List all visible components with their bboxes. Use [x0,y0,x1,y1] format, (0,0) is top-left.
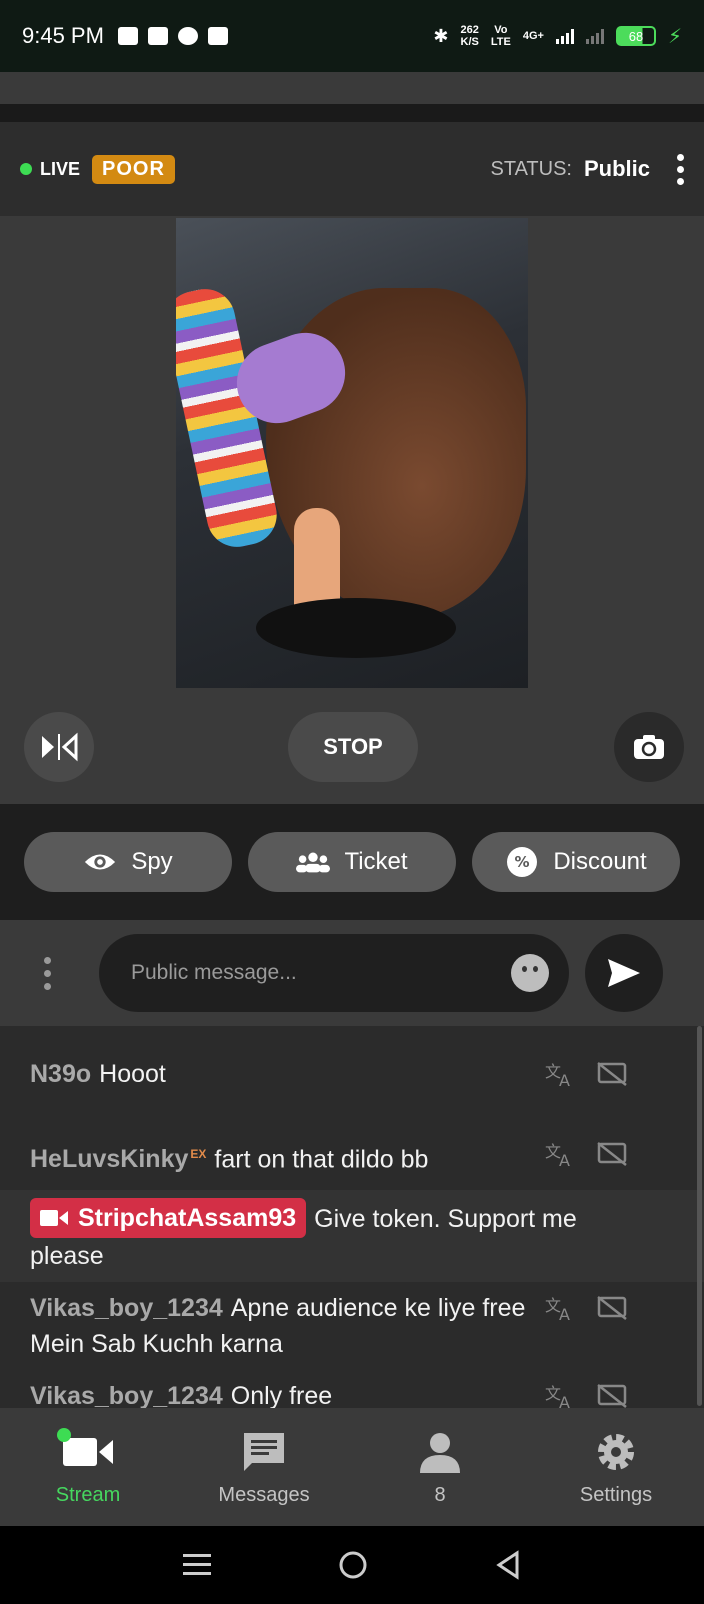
chat-message: Vikas_boy_1234 Apne audience ke liye free… [0,1290,704,1362]
more-options-icon[interactable] [676,153,684,185]
chat-username[interactable]: Vikas_boy_1234 [30,1294,223,1322]
status-value[interactable]: Public [584,156,650,182]
signal-icon [555,28,574,44]
network-type: 4G+ [522,30,544,42]
send-icon [608,959,640,987]
nav-viewers[interactable]: 8 [352,1408,528,1526]
ticket-button[interactable]: Ticket [248,832,456,892]
emoji-icon[interactable] [511,954,549,992]
video-preview [176,218,528,688]
composer: Public message... [0,920,704,1026]
message-input[interactable]: Public message... [99,934,569,1012]
translate-icon[interactable]: 文A [544,1382,576,1408]
send-button[interactable] [585,934,663,1012]
menu-icon[interactable] [183,1552,212,1578]
mirror-icon [42,732,78,762]
broadcaster-message: StripchatAssam93 Give token. Support me … [0,1190,704,1282]
app-notification-icon [147,27,168,45]
svg-text:A: A [559,1071,570,1087]
spy-button[interactable]: Spy [24,832,232,892]
network-speed: 262 K/S [460,24,479,48]
battery-icon: 68 [615,26,656,46]
camera-notification-icon [207,27,228,45]
eye-icon [83,848,117,876]
stop-button[interactable]: STOP [288,712,418,782]
chat-text: Only free [230,1382,333,1408]
status-label: STATUS: [490,157,572,180]
action-bar: Spy Ticket % Discount [0,804,704,920]
nav-messages[interactable]: Messages [176,1408,352,1526]
back-icon[interactable] [495,1550,521,1580]
switch-camera-button[interactable] [614,712,684,782]
discount-button[interactable]: % Discount [472,832,680,892]
translate-icon[interactable]: 文A [544,1060,576,1088]
translate-icon[interactable]: 文A [544,1294,576,1322]
clock: 9:45 PM [22,23,104,48]
live-header: LIVE POOR STATUS: Public [0,122,704,216]
online-dot [57,1427,71,1442]
gear-icon [594,1428,638,1476]
vpn-icon [177,27,198,45]
chat-username[interactable]: Vikas_boy_1234 [30,1382,223,1408]
svg-text:A: A [559,1393,570,1408]
user-badge: EX [190,1147,207,1161]
percent-badge-icon: % [505,847,539,877]
chat-username[interactable]: N39o [30,1060,91,1088]
broadcaster-tag[interactable]: StripchatAssam93 [30,1198,307,1238]
video-notification-icon [117,27,138,45]
home-icon[interactable] [338,1550,368,1580]
live-label: LIVE [40,158,81,179]
camera-icon [40,1210,68,1226]
chat-text: fart on that dildo bb [214,1145,429,1174]
svg-text:A: A [559,1151,570,1167]
switch-camera-icon [634,735,664,759]
chat-username[interactable]: HeLuvsKinky EX [30,1145,206,1173]
svg-text:A: A [559,1305,570,1321]
charging-icon: ⚡ [667,25,682,48]
message-icon [242,1428,286,1476]
mirror-button[interactable] [24,712,94,782]
nav-settings[interactable]: Settings [528,1408,704,1526]
hide-message-icon[interactable] [596,1382,628,1408]
bluetooth-icon: ✱ [433,25,449,46]
video-camera-icon [57,1427,115,1476]
translate-icon[interactable]: 文A [544,1140,576,1168]
hide-message-icon[interactable] [596,1140,628,1168]
svg-text:%: % [515,853,530,871]
video-area: STOP [0,216,704,804]
chat-message: N39o Hooot 文A [0,1056,704,1092]
hide-message-icon[interactable] [596,1060,628,1088]
signal-2-icon [585,28,604,44]
system-nav [0,1526,704,1604]
nav-stream[interactable]: Stream [0,1408,176,1526]
bottom-nav: Stream Messages 8 Settings [0,1408,704,1526]
composer-menu-icon[interactable] [44,956,51,990]
live-dot-icon [20,163,32,175]
status-bar: 9:45 PM ✱ 262 K/S Vo LTE 4G+ 68 ⚡ [0,0,704,72]
group-icon [296,848,331,876]
top-strip [0,72,704,104]
hide-message-icon[interactable] [596,1294,628,1322]
quality-badge: POOR [92,154,175,184]
chat-text: Hooot [99,1060,166,1088]
chat-message: Vikas_boy_1234 Only free 文A [0,1378,704,1408]
chat-message: HeLuvsKinky EX fart on that dildo bb 文A [0,1136,704,1177]
person-icon [418,1428,462,1476]
chat-scrollbar[interactable] [697,1026,702,1406]
divider [0,104,704,122]
chat-list: N39o Hooot 文A HeLuvsKinky EX fart on that d… [0,1026,704,1408]
volte-indicator: Vo LTE [490,24,511,48]
